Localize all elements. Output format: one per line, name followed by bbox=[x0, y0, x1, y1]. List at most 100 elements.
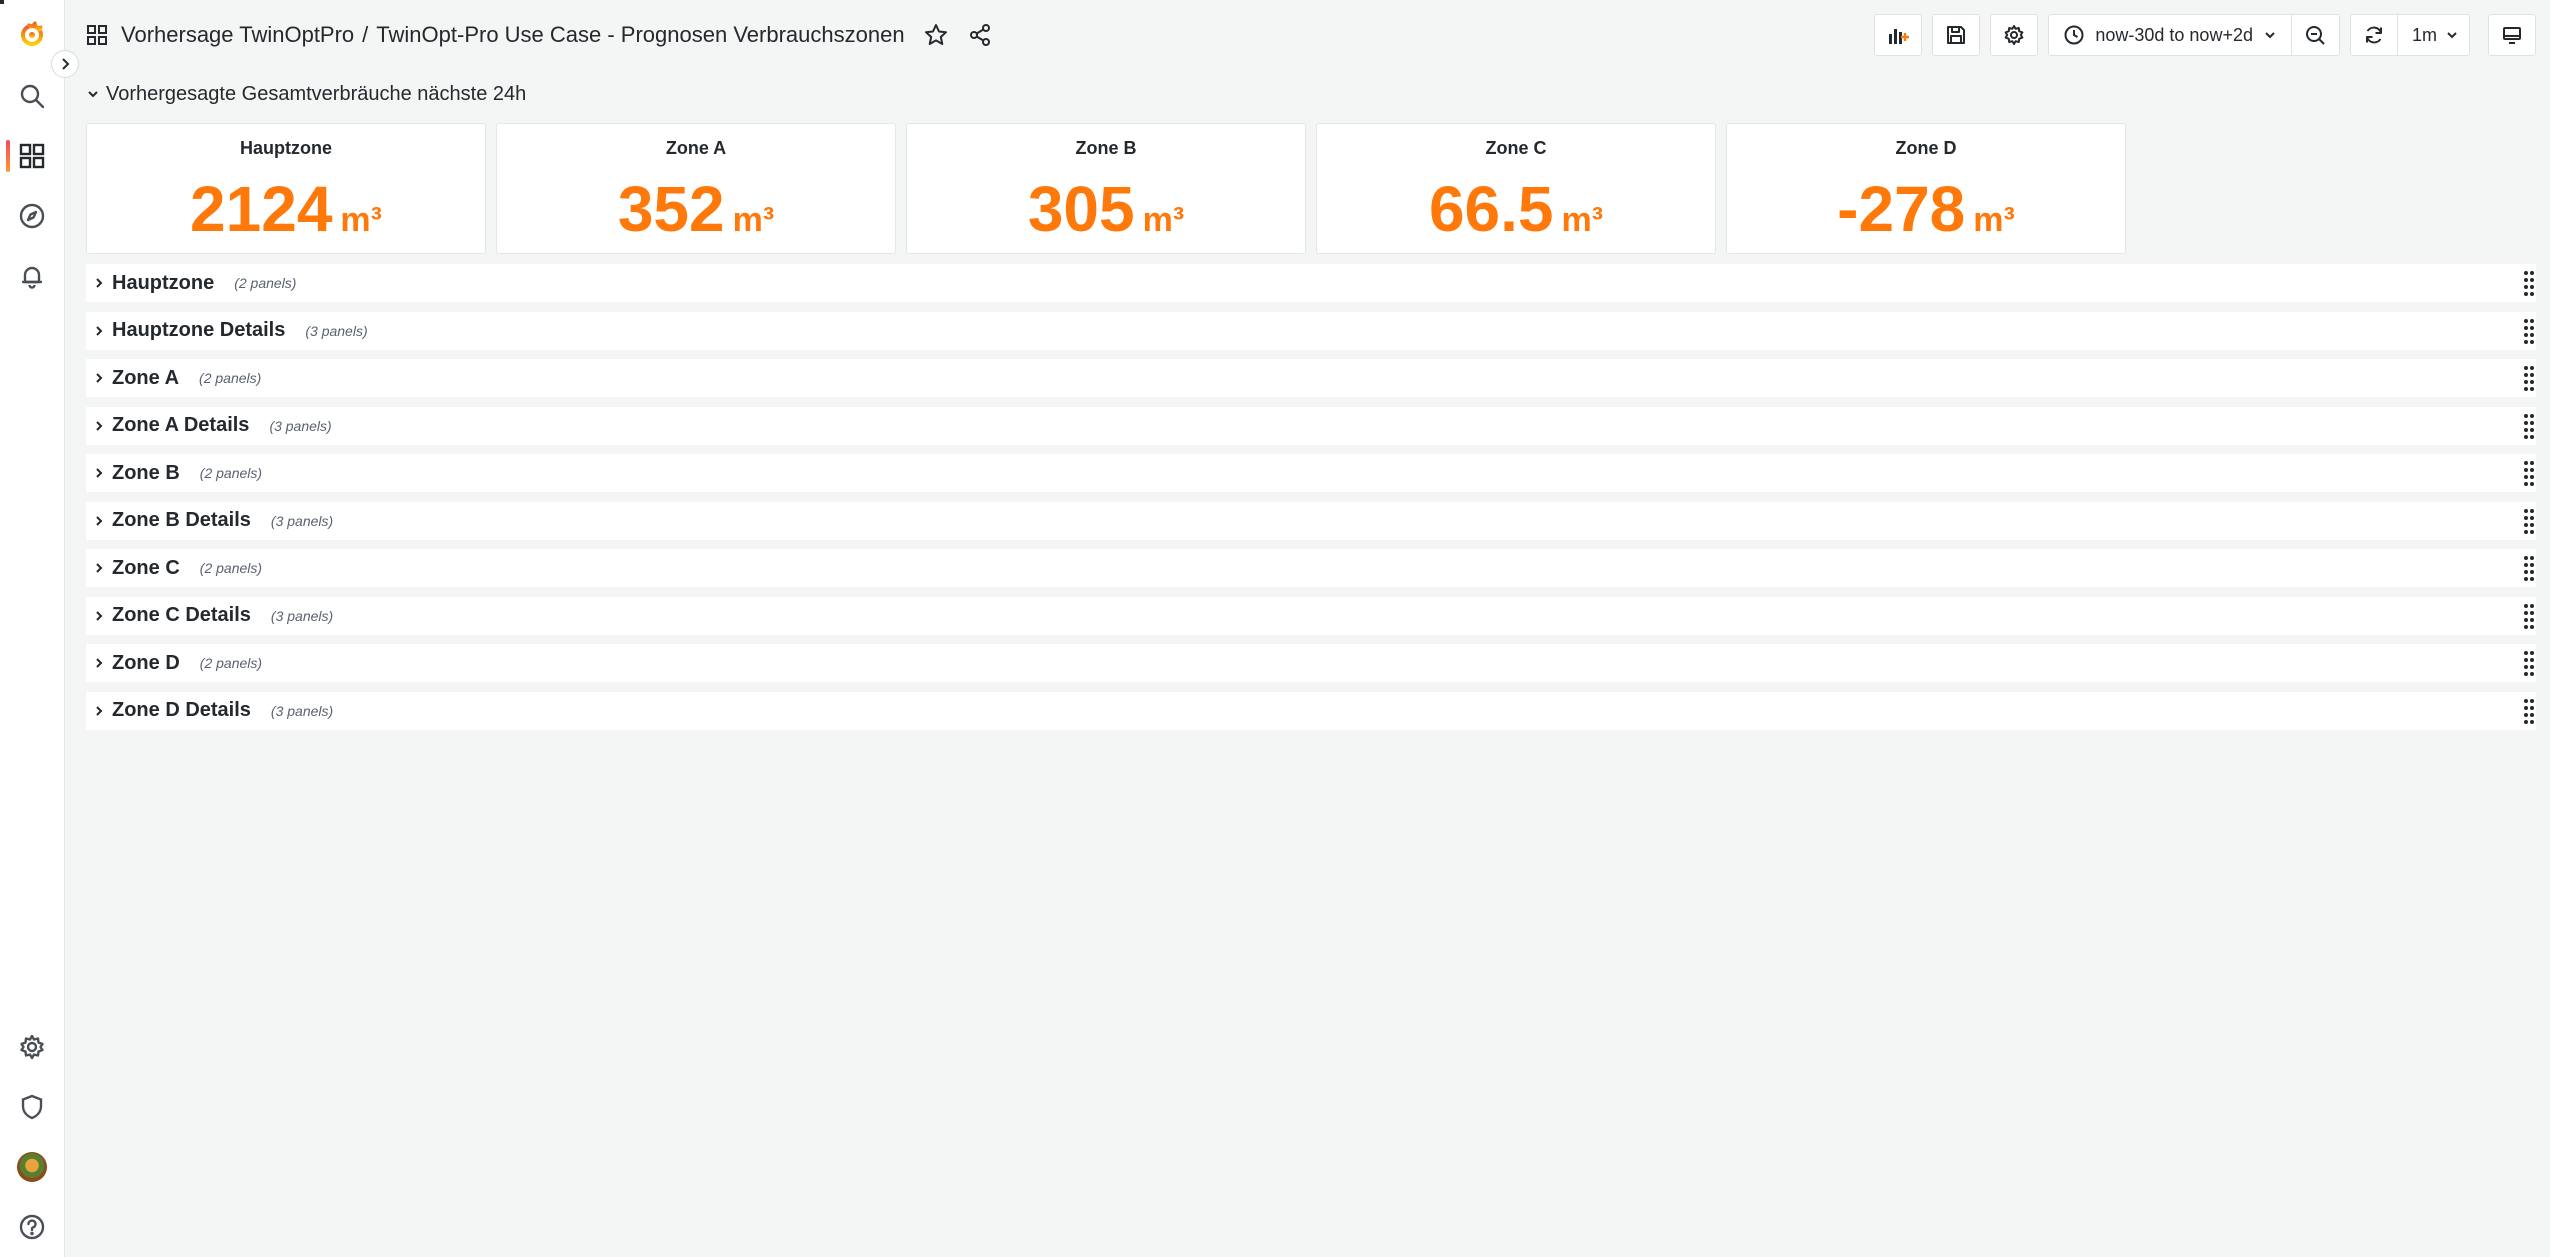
top-navbar: Vorhersage TwinOptPro / TwinOpt-Pro Use … bbox=[65, 0, 2550, 70]
stat-value: -278 m³ bbox=[1727, 172, 2125, 246]
drag-handle-icon[interactable] bbox=[2522, 318, 2536, 344]
sidebar-item-server-admin[interactable] bbox=[0, 1077, 64, 1137]
row-zone-b[interactable]: Zone B (2 panels) bbox=[86, 454, 2536, 492]
stat-panels: Hauptzone 2124 m³ Zone A 352 m³ Zone B 305… bbox=[86, 123, 2536, 254]
stat-value: 2124 m³ bbox=[87, 172, 485, 246]
chevron-down-icon bbox=[2447, 32, 2457, 39]
chevron-right-icon bbox=[96, 563, 103, 573]
drag-handle-icon[interactable] bbox=[2522, 413, 2536, 439]
chevron-down-icon bbox=[88, 91, 98, 98]
row-header-gesamtverbraeuche[interactable]: Vorhergesagte Gesamtverbräuche nächste 2… bbox=[86, 75, 2536, 113]
stat-number: 352 bbox=[617, 173, 725, 245]
collapsed-rows: Hauptzone (2 panels) Hauptzone Details (… bbox=[86, 264, 2536, 730]
configuration-icon bbox=[20, 1034, 44, 1060]
row-title: Vorhergesagte Gesamtverbräuche nächste 2… bbox=[106, 82, 527, 105]
refresh-interval-picker[interactable]: 1m bbox=[2397, 14, 2470, 56]
breadcrumb-folder[interactable]: Vorhersage TwinOptPro bbox=[121, 22, 354, 48]
time-range-label: now-30d to now+2d bbox=[2095, 24, 2253, 45]
sidebar-item-dashboards[interactable] bbox=[0, 126, 64, 186]
add-panel-icon bbox=[1889, 29, 1910, 44]
stat-unit: m³ bbox=[1142, 201, 1185, 239]
row-zone-a-details[interactable]: Zone A Details (3 panels) bbox=[86, 406, 2536, 445]
row-name: Zone D bbox=[112, 651, 180, 674]
stat-unit: m³ bbox=[1973, 201, 2015, 239]
row-name: Zone B bbox=[112, 461, 180, 484]
sidebar-item-configuration[interactable] bbox=[0, 1017, 64, 1077]
row-panel-count: (3 panels) bbox=[269, 417, 332, 434]
row-zone-c[interactable]: Zone C (2 panels) bbox=[86, 549, 2536, 587]
search-icon bbox=[20, 84, 45, 109]
drag-handle-icon[interactable] bbox=[2522, 555, 2536, 581]
drag-handle-icon[interactable] bbox=[2522, 460, 2536, 486]
panel-title: Zone B bbox=[1075, 138, 1137, 158]
stat-value: 305 m³ bbox=[907, 172, 1305, 246]
row-panel-count: (3 panels) bbox=[270, 607, 334, 624]
save-icon bbox=[1947, 26, 1966, 44]
row-name: Zone A Details bbox=[112, 414, 250, 436]
chevron-right-icon bbox=[96, 705, 103, 716]
row-hauptzone[interactable]: Hauptzone (2 panels) bbox=[86, 264, 2536, 302]
zoom-out-button[interactable] bbox=[2291, 14, 2340, 56]
row-name: Zone A bbox=[112, 366, 180, 389]
user-avatar bbox=[17, 1152, 47, 1182]
time-range-picker[interactable]: now-30d to now+2d bbox=[2048, 14, 2292, 56]
star-icon[interactable] bbox=[923, 22, 949, 48]
dashboard-settings-button[interactable] bbox=[1990, 14, 2039, 56]
tv-mode-button[interactable] bbox=[2488, 14, 2536, 56]
panel-title: Zone C bbox=[1485, 138, 1547, 158]
add-panel-button[interactable] bbox=[1874, 14, 1923, 56]
dashboards-icon bbox=[19, 143, 45, 169]
chevron-right-icon bbox=[96, 420, 103, 431]
panel-title: Zone A bbox=[665, 138, 727, 158]
chevron-right-icon bbox=[96, 278, 103, 288]
drag-handle-icon[interactable] bbox=[2522, 508, 2536, 534]
stat-unit: m³ bbox=[732, 201, 775, 239]
chevron-right-icon bbox=[96, 610, 103, 621]
row-panel-count: (3 panels) bbox=[305, 322, 368, 339]
settings-icon bbox=[2004, 25, 2024, 45]
stat-panel-zone-a[interactable]: Zone A 352 m³ bbox=[496, 123, 896, 254]
row-hauptzone-details[interactable]: Hauptzone Details (3 panels) bbox=[86, 311, 2536, 350]
row-panel-count: (2 panels) bbox=[199, 465, 263, 481]
drag-handle-icon[interactable] bbox=[2522, 650, 2536, 676]
sidebar-item-profile[interactable] bbox=[0, 1137, 64, 1197]
sidebar-item-alerting[interactable] bbox=[0, 246, 64, 306]
sidebar-item-explore[interactable] bbox=[0, 186, 64, 246]
stat-value: 66.5 m³ bbox=[1317, 172, 1715, 246]
row-panel-count: (2 panels) bbox=[199, 560, 263, 576]
stat-panel-hauptzone[interactable]: Hauptzone 2124 m³ bbox=[86, 123, 486, 254]
row-name: Zone C Details bbox=[112, 604, 251, 626]
chevron-right-icon bbox=[96, 373, 103, 383]
refresh-button[interactable] bbox=[2349, 14, 2398, 56]
sidebar-item-search[interactable] bbox=[0, 66, 64, 126]
share-icon[interactable] bbox=[967, 22, 993, 48]
row-zone-d-details[interactable]: Zone D Details (3 panels) bbox=[86, 691, 2536, 730]
drag-handle-icon[interactable] bbox=[2522, 603, 2536, 629]
row-panel-count: (3 panels) bbox=[270, 702, 334, 719]
stat-panel-zone-c[interactable]: Zone C 66.5 m³ bbox=[1316, 123, 1716, 254]
chevron-right-icon bbox=[96, 515, 103, 526]
drag-handle-icon[interactable] bbox=[2522, 365, 2536, 391]
save-dashboard-button[interactable] bbox=[1932, 14, 1981, 56]
row-zone-b-details[interactable]: Zone B Details (3 panels) bbox=[86, 501, 2536, 540]
stat-unit: m³ bbox=[340, 201, 382, 239]
row-zone-a[interactable]: Zone A (2 panels) bbox=[86, 359, 2536, 397]
drag-handle-icon[interactable] bbox=[2522, 270, 2536, 296]
refresh-interval-label: 1m bbox=[2411, 24, 2437, 45]
drag-handle-icon[interactable] bbox=[2522, 698, 2536, 724]
stat-panel-zone-d[interactable]: Zone D -278 m³ bbox=[1726, 123, 2126, 254]
row-panel-count: (2 panels) bbox=[199, 370, 262, 386]
stat-panel-zone-b[interactable]: Zone B 305 m³ bbox=[906, 123, 1306, 254]
chevron-right-icon bbox=[96, 468, 103, 478]
row-zone-c-details[interactable]: Zone C Details (3 panels) bbox=[86, 596, 2536, 635]
chevron-right-icon bbox=[96, 658, 103, 668]
row-zone-d[interactable]: Zone D (2 panels) bbox=[86, 644, 2536, 682]
dashboard-title[interactable]: TwinOpt-Pro Use Case - Prognosen Verbrau… bbox=[376, 22, 904, 48]
stat-number: -278 bbox=[1837, 173, 1966, 245]
stat-unit: m³ bbox=[1561, 201, 1604, 239]
row-name: Zone B Details bbox=[112, 509, 251, 531]
breadcrumb: Vorhersage TwinOptPro / TwinOpt-Pro Use … bbox=[85, 22, 993, 48]
row-name: Zone C bbox=[112, 556, 180, 579]
row-panel-count: (2 panels) bbox=[234, 275, 297, 291]
sidebar-item-help[interactable] bbox=[0, 1197, 64, 1257]
